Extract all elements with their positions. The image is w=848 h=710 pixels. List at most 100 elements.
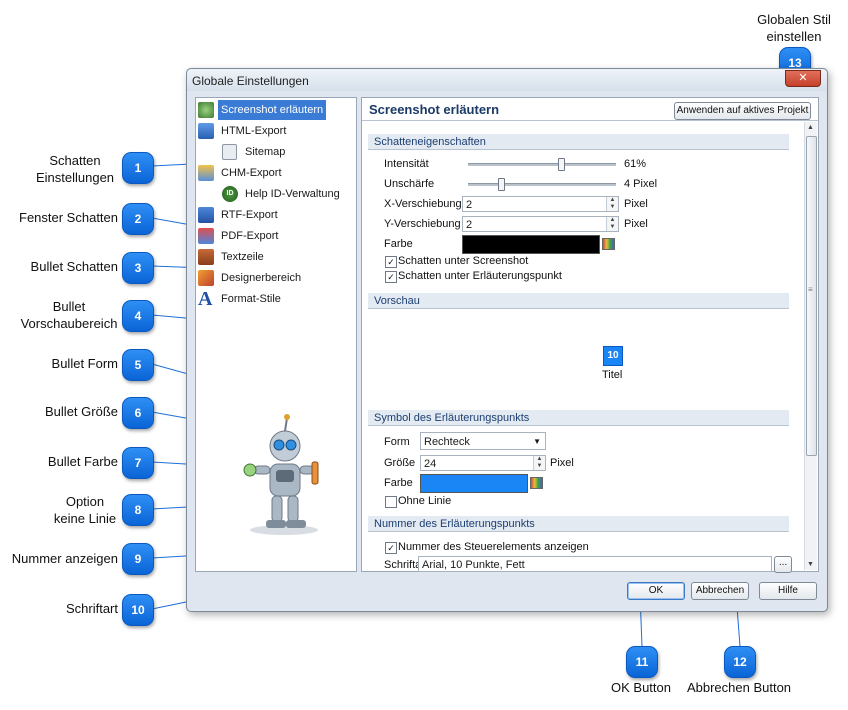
shadow-bullet-checkbox[interactable]: ✓	[385, 271, 397, 283]
robot-mascot-icon	[243, 414, 319, 535]
preview-section-header: Vorschau	[368, 293, 789, 309]
callout-12-label: Abbrechen Button	[686, 680, 792, 695]
callout-bubble-9: 9	[122, 543, 154, 575]
yoffset-unit: Pixel	[624, 218, 648, 230]
title-divider	[362, 120, 818, 121]
blur-slider-thumb[interactable]	[498, 178, 505, 191]
scroll-down-icon[interactable]: ▼	[807, 561, 814, 568]
apply-to-project-button[interactable]: Anwenden auf aktives Projekt	[674, 102, 811, 120]
callout-bubble-6: 6	[122, 397, 154, 429]
size-unit: Pixel	[550, 457, 574, 469]
yoffset-label: Y-Verschiebung	[384, 218, 461, 230]
callout-5-label: Bullet Form	[51, 356, 118, 371]
show-number-label: Nummer des Steuerelements anzeigen	[398, 541, 589, 553]
intensity-value: 61%	[624, 158, 647, 170]
number-section-header: Nummer des Erläuterungspunkts	[368, 516, 789, 532]
panel-title: Screenshot erläutern	[369, 102, 500, 117]
chevron-down-icon: ▼	[533, 437, 541, 446]
size-spin-arrows[interactable]: ▲ ▼	[533, 456, 545, 470]
sitemap-icon	[222, 144, 237, 160]
callout-bubble-5: 5	[122, 349, 154, 381]
no-line-label: Ohne Linie	[398, 495, 452, 507]
bullet-color-picker-icon[interactable]	[530, 477, 543, 489]
preview-bullet: 10	[603, 346, 623, 366]
settings-panel: Screenshot erläutern Anwenden auf aktive…	[361, 97, 819, 573]
blur-label: Unschärfe	[384, 178, 435, 190]
yoffset-spinner[interactable]: 2 ▲ ▼	[462, 216, 619, 232]
xoffset-label: X-Verschiebung	[384, 198, 462, 210]
intensity-slider-thumb[interactable]	[558, 158, 565, 171]
form-value: Rechteck	[424, 436, 470, 448]
html-export-icon	[198, 123, 214, 139]
shadow-color-label: Farbe	[384, 238, 413, 250]
font-browse-button[interactable]: ...	[774, 556, 792, 573]
settings-dialog: Globale Einstellungen ✕ Screenshot erläu…	[186, 68, 828, 612]
close-button[interactable]: ✕	[785, 70, 821, 87]
bullet-color-label: Farbe	[384, 477, 413, 489]
rtf-export-icon	[198, 207, 214, 223]
blur-slider[interactable]	[468, 178, 616, 191]
help-button[interactable]: Hilfe	[759, 582, 817, 600]
bullet-color-swatch[interactable]	[420, 474, 528, 493]
callout-11-label: OK Button	[611, 680, 671, 695]
callout-13-label: Globalen Stil einstellen	[757, 12, 831, 44]
designer-icon	[198, 270, 214, 286]
screenshot-gear-icon	[198, 102, 214, 118]
size-value: 24	[424, 458, 437, 470]
callout-8-label: Option keine Linie	[53, 494, 117, 526]
callout-bubble-11: 11	[626, 646, 658, 678]
callout-bubble-4: 4	[122, 300, 154, 332]
blur-value: 4 Pixel	[624, 178, 658, 190]
callout-9-label: Nummer anzeigen	[11, 551, 118, 566]
window-title: Globale Einstellungen	[192, 74, 309, 88]
callout-bubble-7: 7	[122, 447, 154, 479]
color-picker-icon[interactable]	[602, 238, 615, 250]
callout-bubble-1: 1	[122, 152, 154, 184]
help-id-icon: ID	[222, 186, 238, 202]
preview-bullet-caption: Titel	[602, 369, 623, 381]
pdf-export-icon	[198, 228, 214, 244]
intensity-label: Intensität	[384, 158, 429, 170]
yoffset-spin-arrows[interactable]: ▲ ▼	[606, 217, 618, 231]
intensity-slider[interactable]	[468, 158, 616, 171]
scroll-grip-icon: ≡	[808, 285, 813, 294]
xoffset-spin-arrows[interactable]: ▲ ▼	[606, 197, 618, 211]
shadow-bullet-label: Schatten unter Erläuterungspunkt	[398, 270, 562, 282]
shadow-section-header: Schatteneigenschaften	[368, 134, 789, 150]
callout-bubble-3: 3	[122, 252, 154, 284]
font-field[interactable]: Arial, 10 Punkte, Fett	[418, 556, 772, 572]
callout-bubble-2: 2	[122, 203, 154, 235]
callout-bubble-12: 12	[724, 646, 756, 678]
callout-10-label: Schriftart	[65, 601, 118, 616]
callout-6-label: Bullet Größe	[45, 404, 118, 419]
callout-bubble-8: 8	[122, 494, 154, 526]
text-line-icon	[198, 249, 214, 265]
title-bar: Globale Einstellungen ✕	[187, 69, 827, 91]
callout-1-label: Schatten Einstellungen	[35, 153, 115, 185]
scroll-up-icon[interactable]: ▲	[807, 124, 814, 131]
xoffset-value: 2	[466, 199, 473, 211]
ok-button[interactable]: OK	[627, 582, 685, 600]
format-styles-icon: A	[198, 288, 213, 310]
font-value: Arial, 10 Punkte, Fett	[422, 559, 525, 571]
no-line-checkbox[interactable]	[385, 496, 397, 508]
form-dropdown[interactable]: Rechteck ▼	[420, 432, 546, 450]
yoffset-value: 2	[466, 219, 473, 231]
shadow-screenshot-label: Schatten unter Screenshot	[398, 255, 529, 267]
bullet-section-header: Symbol des Erläuterungspunkts	[368, 410, 789, 426]
xoffset-spinner[interactable]: 2 ▲ ▼	[462, 196, 619, 212]
show-number-checkbox[interactable]: ✓	[385, 542, 397, 554]
cancel-button[interactable]: Abbrechen	[691, 582, 749, 600]
xoffset-unit: Pixel	[624, 198, 648, 210]
callout-7-label: Bullet Farbe	[47, 454, 118, 469]
scroll-thumb[interactable]: ≡	[806, 136, 817, 456]
panel-scrollbar[interactable]: ▲ ≡ ▼	[804, 122, 817, 570]
chm-export-icon	[198, 165, 214, 181]
size-spinner[interactable]: 24 ▲ ▼	[420, 455, 546, 471]
shadow-screenshot-checkbox[interactable]: ✓	[385, 256, 397, 268]
size-label: Größe	[384, 457, 416, 469]
callout-4-label: Bullet Vorschaubereich	[20, 299, 118, 331]
callout-3-label: Bullet Schatten	[30, 259, 118, 274]
callout-2-label: Fenster Schatten	[19, 210, 118, 225]
shadow-color-swatch[interactable]	[462, 235, 600, 254]
